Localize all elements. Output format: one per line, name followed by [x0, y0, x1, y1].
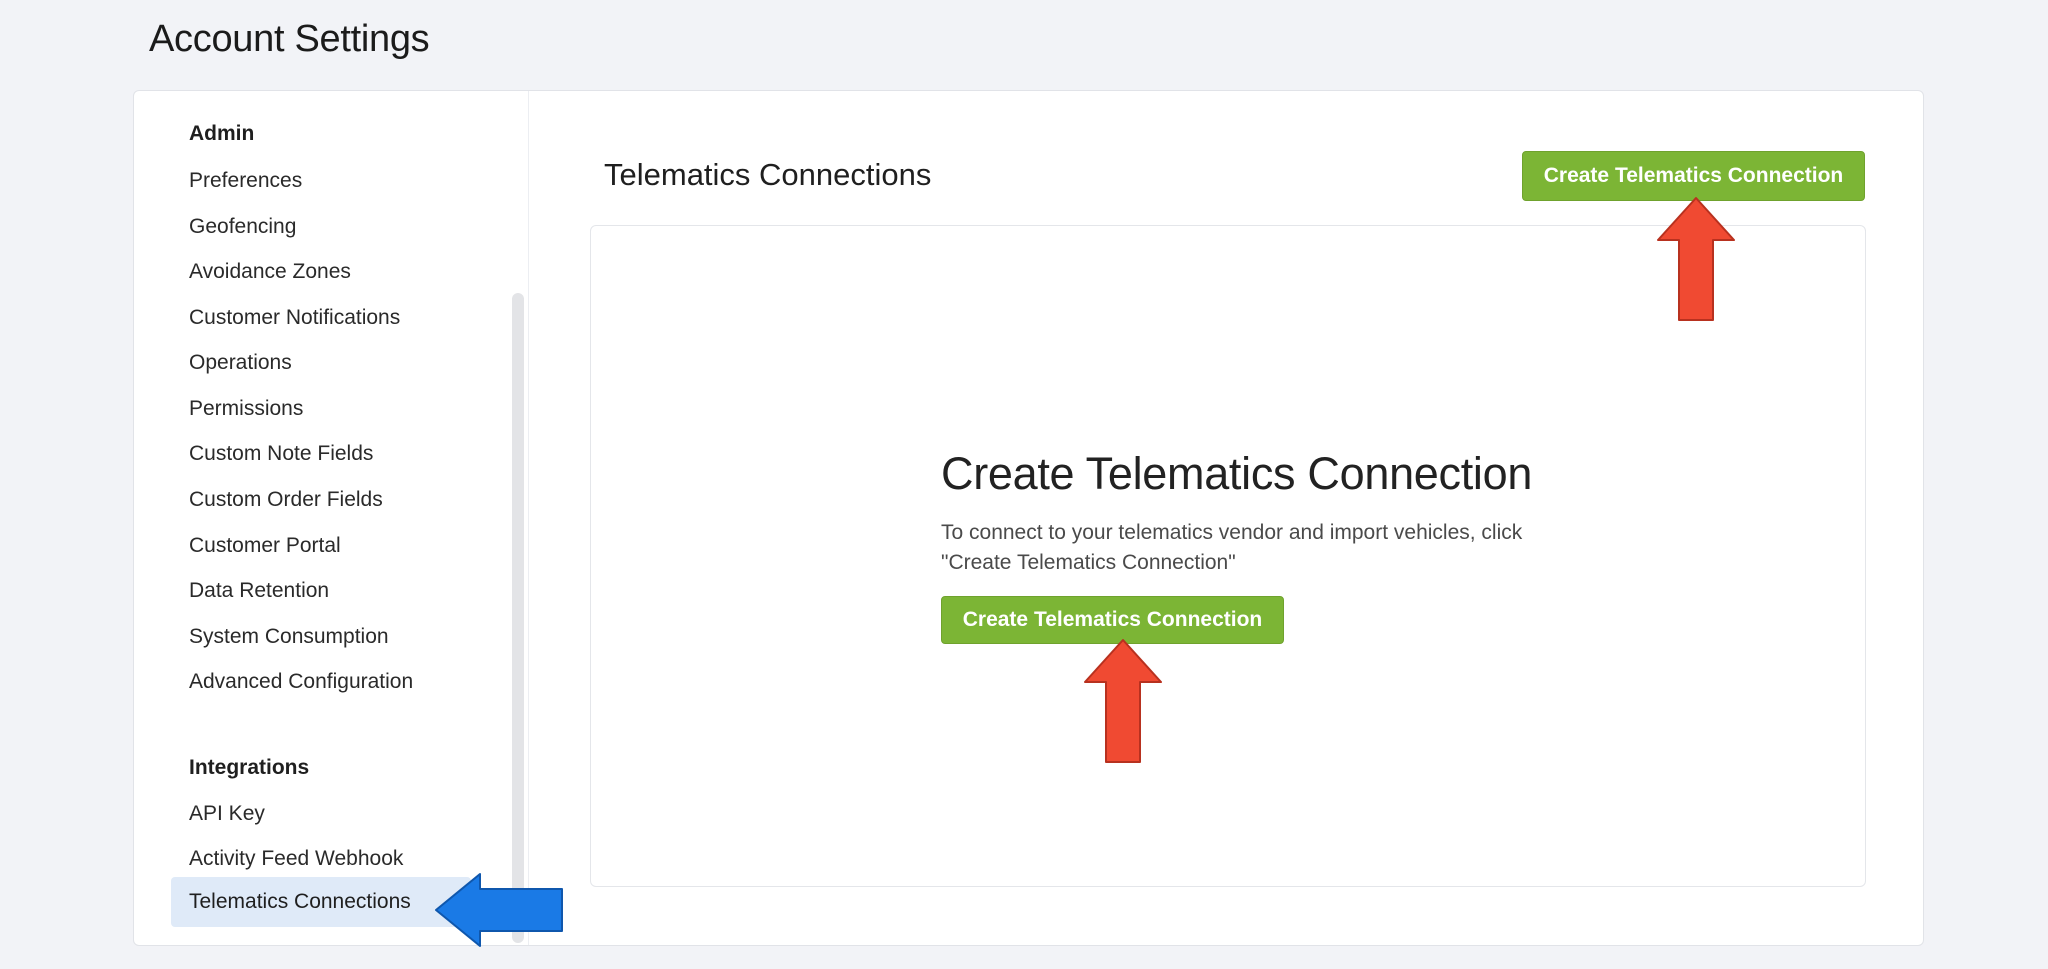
sidebar-item-telematics-connections[interactable]: Telematics Connections [171, 877, 471, 927]
page-title: Account Settings [149, 18, 430, 60]
sidebar-heading-admin: Admin [189, 122, 255, 145]
empty-state-title: Create Telematics Connection [941, 448, 1533, 499]
sidebar-scrollbar[interactable] [512, 293, 524, 943]
sidebar-item-system-consumption[interactable]: System Consumption [189, 625, 389, 649]
settings-sidebar: Admin Preferences Geofencing Avoidance Z… [134, 91, 529, 945]
sidebar-item-preferences[interactable]: Preferences [189, 169, 302, 193]
empty-state-create-button[interactable]: Create Telematics Connection [941, 596, 1284, 644]
sidebar-item-customer-notifications[interactable]: Customer Notifications [189, 306, 400, 330]
up-arrow-icon [1084, 639, 1162, 763]
sidebar-item-operations[interactable]: Operations [189, 351, 292, 375]
sidebar-item-activity-feed-webhook[interactable]: Activity Feed Webhook [189, 847, 403, 871]
sidebar-item-data-retention[interactable]: Data Retention [189, 579, 329, 603]
up-arrow-icon [1657, 197, 1735, 321]
sidebar-item-custom-note-fields[interactable]: Custom Note Fields [189, 442, 373, 466]
sidebar-item-permissions[interactable]: Permissions [189, 397, 303, 421]
sidebar-heading-integrations: Integrations [189, 756, 310, 779]
empty-state-description: To connect to your telematics vendor and… [941, 521, 1523, 574]
sidebar-item-avoidance-zones[interactable]: Avoidance Zones [189, 260, 351, 284]
create-telematics-connection-button[interactable]: Create Telematics Connection [1522, 151, 1865, 201]
sidebar-item-label: Telematics Connections [189, 890, 411, 913]
sidebar-item-customer-portal[interactable]: Customer Portal [189, 534, 341, 558]
sidebar-item-custom-order-fields[interactable]: Custom Order Fields [189, 488, 383, 512]
sidebar-item-geofencing[interactable]: Geofencing [189, 215, 296, 239]
empty-state-panel: Create Telematics Connection To connect … [590, 225, 1866, 887]
left-arrow-icon [435, 873, 563, 947]
section-title: Telematics Connections [604, 157, 932, 192]
sidebar-item-advanced-configuration[interactable]: Advanced Configuration [189, 670, 413, 694]
sidebar-item-api-key[interactable]: API Key [189, 802, 265, 826]
